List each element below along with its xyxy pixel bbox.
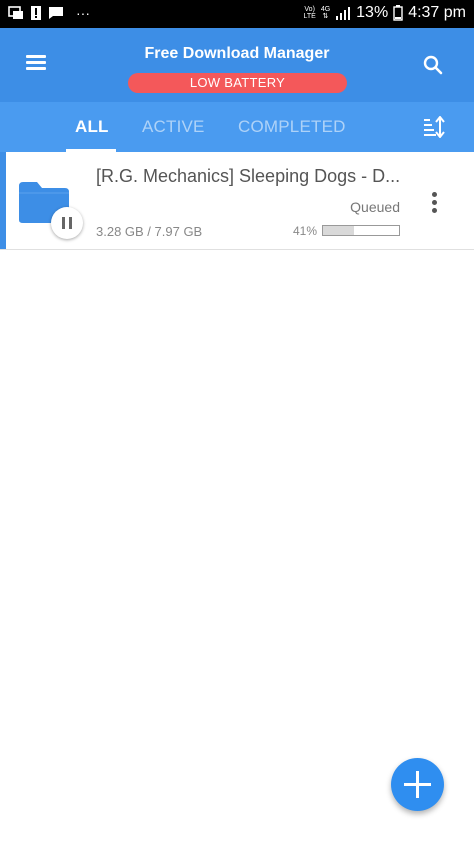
clock: 4:37 pm (408, 4, 466, 21)
selection-accent (0, 152, 6, 249)
list-item[interactable]: [R.G. Mechanics] Sleeping Dogs - D... Qu… (0, 152, 474, 250)
more-options-icon[interactable] (432, 192, 438, 214)
signal-icon (336, 7, 351, 20)
battery-percent: 13% (356, 4, 389, 21)
app-title: Free Download Manager (144, 45, 330, 62)
download-status: Queued (350, 199, 400, 215)
pause-icon (62, 217, 65, 229)
download-name: [R.G. Mechanics] Sleeping Dogs - D... (96, 166, 401, 186)
notification-overflow: ··· (76, 5, 90, 21)
app-bar: Free Download Manager LOW BATTERY (0, 28, 474, 102)
download-size: 3.28 GB / 7.97 GB (96, 224, 203, 239)
search-icon[interactable] (422, 54, 444, 76)
message-icon (49, 7, 63, 19)
tab-completed[interactable]: COMPLETED (238, 117, 346, 137)
low-battery-badge: LOW BATTERY (128, 73, 347, 93)
volte-indicator: Vo) LTE (303, 6, 316, 20)
system-icons: Vo) LTE 4G ⇅ 13% 4:37 pm (303, 4, 466, 22)
progress-fill (323, 226, 355, 235)
tab-all[interactable]: ALL (75, 117, 109, 137)
alert-icon (31, 6, 41, 20)
screen-mirroring-icon (8, 6, 23, 19)
sort-icon[interactable] (423, 116, 445, 138)
add-download-button[interactable] (391, 758, 444, 811)
battery-icon (393, 5, 403, 21)
status-bar: ··· Vo) LTE 4G ⇅ 13% 4:37 pm (0, 0, 474, 28)
progress-bar (322, 225, 400, 236)
pause-button[interactable] (51, 207, 83, 239)
notification-icons: ··· (8, 5, 90, 21)
tab-active[interactable]: ACTIVE (142, 117, 205, 137)
download-percent: 41% (293, 224, 318, 238)
data-indicator: 4G ⇅ (320, 6, 331, 20)
tab-bar: ALL ACTIVE COMPLETED (0, 102, 474, 152)
